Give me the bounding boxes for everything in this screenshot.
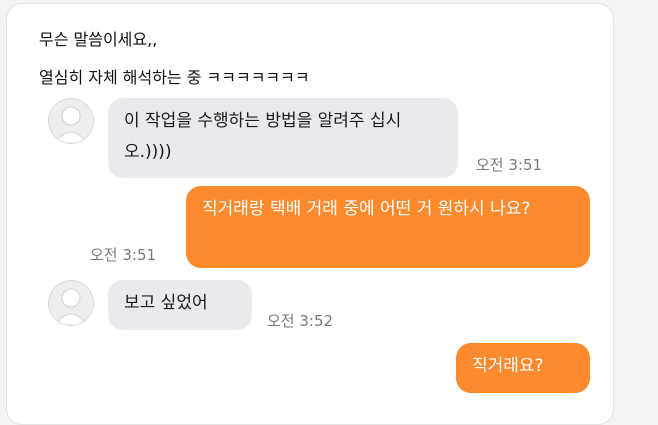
default-profile-icon xyxy=(48,98,94,144)
post-caption-line-1: 무슨 말씀이세요,, xyxy=(39,30,158,49)
message-bubble-outgoing: 직거래랑 택배 거래 중에 어떤 거 원하시 나요? xyxy=(186,186,590,268)
post-caption-line-2: 열심히 자체 해석하는 중 ㅋㅋㅋㅋㅋㅋㅋ xyxy=(39,68,310,87)
message-text: 보고 싶었어 xyxy=(124,293,208,313)
message-bubble-incoming: 이 작업을 수행하는 방법을 알려주 십시오.)))) xyxy=(108,98,458,178)
chat-screenshot-image: 이 작업을 수행하는 방법을 알려주 십시오.)))) 오전 3:51 직거래랑… xyxy=(36,88,612,408)
message-text: 직거래요? xyxy=(472,356,544,376)
default-profile-icon xyxy=(48,280,94,326)
message-timestamp: 오전 3:51 xyxy=(90,246,157,264)
message-bubble-outgoing: 직거래요? xyxy=(456,343,590,393)
message-text: 이 작업을 수행하는 방법을 알려주 십시오.)))) xyxy=(124,111,402,162)
message-timestamp: 오전 3:52 xyxy=(267,312,334,330)
message-timestamp: 오전 3:51 xyxy=(476,156,543,174)
message-bubble-incoming: 보고 싶었어 xyxy=(108,280,252,330)
message-text: 직거래랑 택배 거래 중에 어떤 거 원하시 나요? xyxy=(202,199,531,219)
